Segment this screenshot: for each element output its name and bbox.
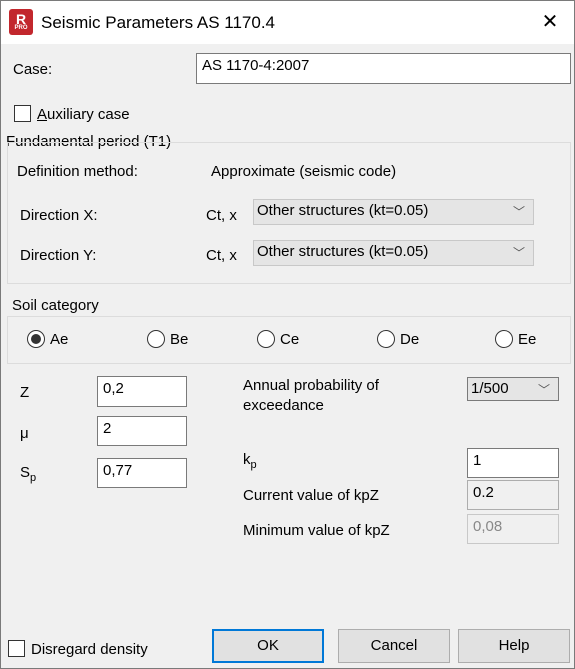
soil-label-ee: Ee bbox=[518, 331, 537, 348]
sp-label-main: S bbox=[20, 464, 31, 481]
soil-radio-be[interactable] bbox=[147, 330, 165, 348]
chevron-down-icon: ﹀ bbox=[537, 383, 550, 397]
help-button[interactable]: Help bbox=[458, 629, 570, 663]
chevron-down-icon: ﹀ bbox=[512, 205, 525, 219]
case-field[interactable]: AS 1170-4:2007 bbox=[196, 53, 571, 84]
app-logo-icon: R PRO bbox=[9, 9, 33, 35]
case-label: Case: bbox=[13, 61, 53, 78]
soil-radio-ae[interactable] bbox=[27, 330, 45, 348]
title-bar: R PRO Seismic Parameters AS 1170.4 ✕ bbox=[1, 1, 574, 44]
disregard-density-checkbox[interactable] bbox=[8, 640, 25, 657]
kp-label-main: k bbox=[243, 451, 251, 468]
kp-field[interactable]: 1 bbox=[467, 448, 559, 478]
z-field[interactable]: 0,2 bbox=[97, 376, 187, 407]
direction-x-label: Direction X: bbox=[20, 207, 98, 224]
direction-x-select-value: Other structures (kt=0.05) bbox=[257, 202, 429, 219]
cancel-button[interactable]: Cancel bbox=[338, 629, 450, 663]
chevron-down-icon: ﹀ bbox=[512, 246, 525, 260]
disregard-density-label: Disregard density bbox=[31, 641, 148, 658]
soil-radio-ce[interactable] bbox=[257, 330, 275, 348]
soil-label-ae: Ae bbox=[50, 331, 69, 348]
probability-select-value: 1/500 bbox=[471, 380, 509, 397]
definition-method-value: Approximate (seismic code) bbox=[211, 163, 397, 180]
min-kpz-label: Minimum value of kpZ bbox=[243, 522, 390, 539]
soil-label-ce: Ce bbox=[280, 331, 300, 348]
z-label: Z bbox=[20, 384, 30, 401]
mu-label: μ bbox=[20, 425, 29, 442]
direction-y-select[interactable]: Other structures (kt=0.05) ﹀ bbox=[253, 240, 534, 266]
mu-field[interactable]: 2 bbox=[97, 416, 187, 446]
sp-field[interactable]: 0,77 bbox=[97, 458, 187, 488]
probability-select[interactable]: 1/500 ﹀ bbox=[467, 377, 559, 401]
auxiliary-label: Auxiliary case bbox=[37, 106, 130, 123]
current-kpz-value: 0.2 bbox=[467, 480, 559, 510]
probability-label-line2: exceedance bbox=[243, 397, 324, 414]
sp-label-sub: p bbox=[30, 472, 37, 484]
soil-label-be: Be bbox=[170, 331, 189, 348]
dialog-window: R PRO Seismic Parameters AS 1170.4 ✕ Cas… bbox=[0, 0, 575, 669]
ct-y-label: Ct, x bbox=[206, 247, 237, 264]
definition-method-label: Definition method: bbox=[17, 163, 138, 180]
soil-group-title: Soil category bbox=[12, 297, 99, 314]
kp-label-sub: p bbox=[250, 459, 257, 471]
probability-label: Annual probability of exceedance bbox=[243, 376, 379, 416]
soil-label-de: De bbox=[400, 331, 420, 348]
soil-radio-de[interactable] bbox=[377, 330, 395, 348]
kp-label: kp bbox=[243, 451, 257, 471]
sp-label: Sp bbox=[20, 464, 37, 484]
auxiliary-label-text: uxiliary case bbox=[47, 106, 130, 123]
ct-x-label: Ct, x bbox=[206, 207, 237, 224]
current-kpz-label: Current value of kpZ bbox=[243, 487, 379, 504]
app-logo-subtext: PRO bbox=[14, 25, 28, 31]
close-icon[interactable]: ✕ bbox=[538, 10, 562, 34]
auxiliary-checkbox[interactable] bbox=[14, 105, 31, 122]
direction-y-label: Direction Y: bbox=[20, 247, 97, 264]
soil-radio-ee[interactable] bbox=[495, 330, 513, 348]
direction-x-select[interactable]: Other structures (kt=0.05) ﹀ bbox=[253, 199, 534, 225]
direction-y-select-value: Other structures (kt=0.05) bbox=[257, 243, 429, 260]
probability-label-line1: Annual probability of bbox=[243, 377, 379, 394]
ok-button[interactable]: OK bbox=[212, 629, 324, 663]
window-title: Seismic Parameters AS 1170.4 bbox=[41, 13, 276, 32]
min-kpz-value: 0,08 bbox=[467, 514, 559, 544]
